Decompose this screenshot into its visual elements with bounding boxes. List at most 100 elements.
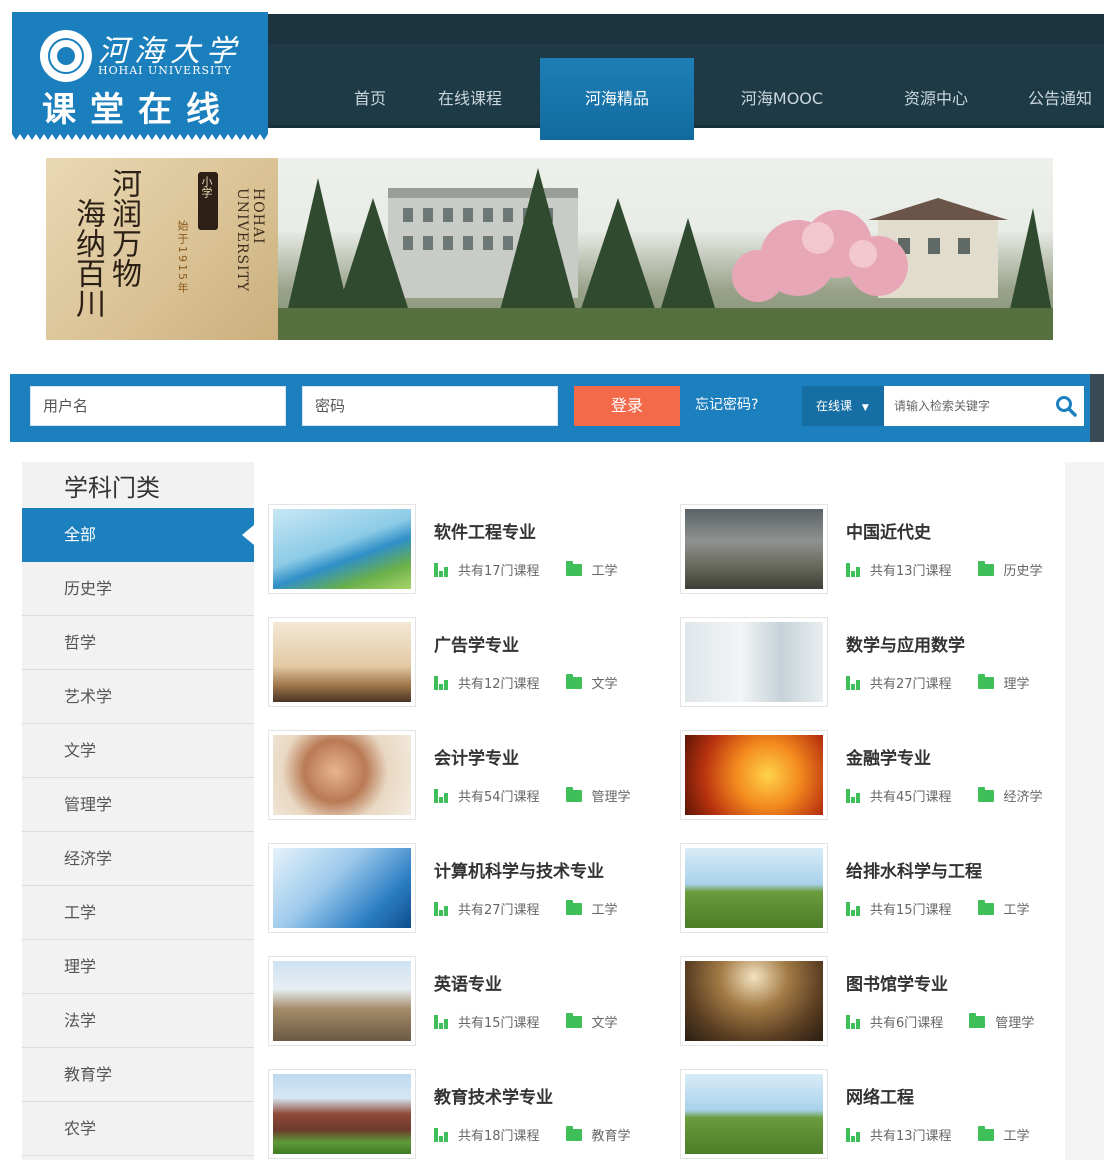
sidebar-item-history[interactable]: 历史学 bbox=[22, 562, 254, 616]
major-thumbnail[interactable] bbox=[268, 843, 416, 933]
major-thumbnail[interactable] bbox=[680, 617, 828, 707]
sidebar-item-art[interactable]: 艺术学 bbox=[22, 670, 254, 724]
sidebar-item-science[interactable]: 理学 bbox=[22, 940, 254, 994]
major-card[interactable]: 教育技术学专业 共有18门课程 教育学 bbox=[268, 1069, 668, 1161]
bar-chart-icon bbox=[846, 901, 860, 916]
sidebar-item-engineering[interactable]: 工学 bbox=[22, 886, 254, 940]
sidebar-item-agriculture[interactable]: 农学 bbox=[22, 1102, 254, 1156]
nav-hohai-mooc[interactable]: 河海MOOC bbox=[728, 58, 836, 140]
search-box: 在线课 ▼ 请输入检索关键字 bbox=[802, 386, 1084, 426]
major-name[interactable]: 会计学专业 bbox=[434, 744, 519, 769]
major-thumbnail[interactable] bbox=[268, 956, 416, 1046]
major-meta: 共有12门课程 文学 bbox=[434, 673, 618, 692]
major-thumbnail[interactable] bbox=[268, 504, 416, 594]
folder-icon bbox=[977, 673, 994, 689]
discipline-label: 工学 bbox=[1003, 903, 1030, 918]
major-thumbnail[interactable] bbox=[680, 730, 828, 820]
university-emblem-icon bbox=[40, 30, 92, 82]
nav-online-courses[interactable]: 在线课程 bbox=[428, 58, 512, 140]
sidebar-item-law[interactable]: 法学 bbox=[22, 994, 254, 1048]
major-card[interactable]: 金融学专业 共有45门课程 经济学 bbox=[680, 730, 1080, 822]
hero-banner: 河润万物 海纳百川 小学 始于1915年 HOHAI UNIVERSITY bbox=[46, 158, 1053, 340]
campus-scene-image bbox=[278, 168, 1053, 340]
discipline-label: 文学 bbox=[591, 1016, 618, 1031]
major-card[interactable]: 计算机科学与技术专业 共有27门课程 工学 bbox=[268, 843, 668, 935]
major-thumbnail[interactable] bbox=[680, 504, 828, 594]
major-card[interactable]: 图书馆学专业 共有6门课程 管理学 bbox=[680, 956, 1080, 1048]
nav-hohai-featured[interactable]: 河海精品 bbox=[540, 58, 694, 140]
folder-icon bbox=[565, 786, 582, 802]
logo-zigzag-edge bbox=[12, 130, 268, 140]
course-count: 共有17门课程 bbox=[458, 564, 540, 579]
course-count: 共有13门课程 bbox=[870, 564, 952, 579]
folder-icon bbox=[977, 560, 994, 576]
sidebar-item-all[interactable]: 全部 bbox=[22, 508, 254, 562]
major-name[interactable]: 英语专业 bbox=[434, 970, 502, 995]
major-name[interactable]: 给排水科学与工程 bbox=[846, 857, 982, 882]
major-name[interactable]: 软件工程专业 bbox=[434, 518, 536, 543]
major-list: 软件工程专业 共有17门课程 工学 中国近代史 共有13门课程 历史学 广告学专… bbox=[255, 462, 1065, 1160]
major-card[interactable]: 中国近代史 共有13门课程 历史学 bbox=[680, 504, 1080, 596]
major-name[interactable]: 中国近代史 bbox=[846, 518, 931, 543]
major-name[interactable]: 金融学专业 bbox=[846, 744, 931, 769]
sidebar-item-education[interactable]: 教育学 bbox=[22, 1048, 254, 1102]
course-count: 共有27门课程 bbox=[870, 677, 952, 692]
banner-seal: 小学 bbox=[198, 172, 218, 230]
discipline-label: 经济学 bbox=[1003, 790, 1043, 805]
major-thumbnail[interactable] bbox=[680, 956, 828, 1046]
discipline-label: 历史学 bbox=[1003, 564, 1043, 579]
sidebar-item-literature[interactable]: 文学 bbox=[22, 724, 254, 778]
content-right-gutter bbox=[1065, 462, 1104, 1160]
major-card[interactable]: 会计学专业 共有54门课程 管理学 bbox=[268, 730, 668, 822]
login-button[interactable]: 登录 bbox=[574, 386, 680, 426]
major-thumbnail[interactable] bbox=[680, 843, 828, 933]
major-name[interactable]: 数学与应用数学 bbox=[846, 631, 965, 656]
search-type-select[interactable]: 在线课 ▼ bbox=[802, 386, 884, 426]
chevron-down-icon: ▼ bbox=[861, 403, 869, 413]
discipline-label: 管理学 bbox=[591, 790, 631, 805]
nav-notices[interactable]: 公告通知 bbox=[1028, 58, 1104, 140]
course-count: 共有13门课程 bbox=[870, 1129, 952, 1144]
banner-calligraphy-panel: 河润万物 海纳百川 小学 始于1915年 HOHAI UNIVERSITY bbox=[46, 158, 278, 340]
folder-icon bbox=[565, 673, 582, 689]
major-meta: 共有15门课程 文学 bbox=[434, 1012, 618, 1031]
sidebar-item-philosophy[interactable]: 哲学 bbox=[22, 616, 254, 670]
major-meta: 共有27门课程 理学 bbox=[846, 673, 1030, 692]
bar-chart-icon bbox=[434, 901, 448, 916]
major-card[interactable]: 英语专业 共有15门课程 文学 bbox=[268, 956, 668, 1048]
major-name[interactable]: 广告学专业 bbox=[434, 631, 519, 656]
sidebar-item-management[interactable]: 管理学 bbox=[22, 778, 254, 832]
major-card[interactable]: 给排水科学与工程 共有15门课程 工学 bbox=[680, 843, 1080, 935]
folder-icon bbox=[977, 899, 994, 915]
major-name[interactable]: 教育技术学专业 bbox=[434, 1083, 553, 1108]
major-name[interactable]: 网络工程 bbox=[846, 1083, 914, 1108]
major-card[interactable]: 数学与应用数学 共有27门课程 理学 bbox=[680, 617, 1080, 709]
major-card[interactable]: 广告学专业 共有12门课程 文学 bbox=[268, 617, 668, 709]
major-thumbnail[interactable] bbox=[268, 1069, 416, 1159]
nav-home[interactable]: 首页 bbox=[338, 58, 402, 140]
site-logo[interactable]: 河海大学 HOHAI UNIVERSITY 课堂在线 bbox=[12, 12, 268, 134]
major-card[interactable]: 软件工程专业 共有17门课程 工学 bbox=[268, 504, 668, 596]
nav-resource-center[interactable]: 资源中心 bbox=[896, 58, 976, 140]
sidebar-item-economics[interactable]: 经济学 bbox=[22, 832, 254, 886]
folder-icon bbox=[565, 560, 582, 576]
bar-chart-icon bbox=[846, 1127, 860, 1142]
major-thumbnail[interactable] bbox=[268, 730, 416, 820]
major-name[interactable]: 图书馆学专业 bbox=[846, 970, 948, 995]
major-thumbnail[interactable] bbox=[268, 617, 416, 707]
major-name[interactable]: 计算机科学与技术专业 bbox=[434, 857, 604, 882]
password-input[interactable]: 密码 bbox=[302, 386, 558, 426]
major-card[interactable]: 网络工程 共有13门课程 工学 bbox=[680, 1069, 1080, 1161]
search-input[interactable]: 请输入检索关键字 bbox=[894, 386, 1054, 426]
forgot-password-link[interactable]: 忘记密码? bbox=[695, 394, 758, 414]
search-icon[interactable] bbox=[1054, 394, 1078, 418]
nav-top-strip bbox=[268, 14, 1104, 44]
major-thumbnail[interactable] bbox=[680, 1069, 828, 1159]
bar-chart-icon bbox=[434, 788, 448, 803]
bar-chart-icon bbox=[434, 1014, 448, 1029]
course-count: 共有15门课程 bbox=[458, 1016, 540, 1031]
login-bar-edge bbox=[1090, 374, 1104, 442]
major-meta: 共有18门课程 教育学 bbox=[434, 1125, 631, 1144]
username-input[interactable]: 用户名 bbox=[30, 386, 286, 426]
folder-icon bbox=[969, 1012, 986, 1028]
